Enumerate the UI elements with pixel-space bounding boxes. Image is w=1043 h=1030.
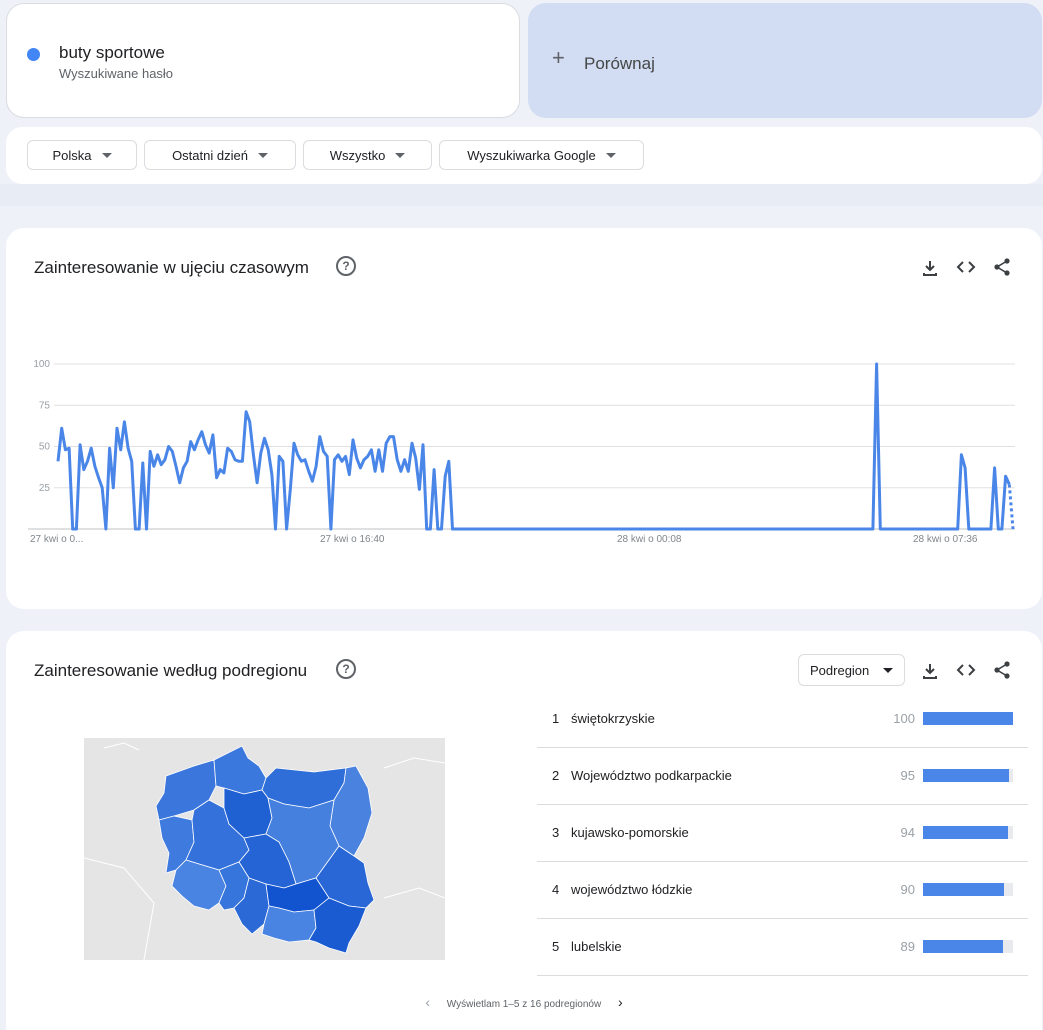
interest-over-time-card: Zainteresowanie w ujęciu czasowym ? 100 7… xyxy=(6,228,1042,609)
subregion-name[interactable]: świętokrzyskie xyxy=(571,711,655,726)
subregion-row[interactable]: 1 świętokrzyskie 100 xyxy=(537,692,1028,748)
chevron-right-icon[interactable]: › xyxy=(604,994,637,1010)
subregion-rank: 2 xyxy=(552,768,560,783)
subregion-bar-track xyxy=(923,826,1013,839)
subregion-rank: 5 xyxy=(552,939,560,954)
subregion-row[interactable]: 5 lubelskie 89 xyxy=(537,920,1028,976)
filter-category-dropdown[interactable]: Wszystko xyxy=(303,140,432,170)
x-tick-label: 27 kwi o 16:40 xyxy=(320,534,385,545)
dropdown-arrow-icon xyxy=(605,152,616,158)
dropdown-arrow-icon xyxy=(883,667,894,673)
dropdown-arrow-icon xyxy=(257,152,268,158)
filter-property-dropdown[interactable]: Wyszukiwarka Google xyxy=(439,140,644,170)
section-divider xyxy=(0,184,1043,206)
filter-time-label: Ostatni dzień xyxy=(172,147,248,163)
subregion-level-label: Podregion xyxy=(810,662,870,678)
subregion-rank: 4 xyxy=(552,882,560,897)
subregion-bar xyxy=(923,883,1004,896)
subregion-value: 90 xyxy=(900,882,915,897)
pagination: ‹ Wyświetlam 1–5 z 16 podregionów › xyxy=(6,994,1042,1010)
search-term-card[interactable]: buty sportowe Wyszukiwane hasło xyxy=(6,3,520,118)
subregion-bar xyxy=(923,826,1008,839)
interest-over-time-chart[interactable]: 100 75 50 25 27 kwi o 0... 27 kwi o 16:40 28 k… xyxy=(6,228,1042,609)
subregion-value: 94 xyxy=(900,825,915,840)
subregion-bar xyxy=(923,712,1013,725)
interest-by-subregion-card: Zainteresowanie według podregionu ? Podr… xyxy=(6,631,1042,1030)
subregion-name[interactable]: województwo łódzkie xyxy=(571,882,692,897)
subregion-value: 95 xyxy=(900,768,915,783)
subregion-rank: 3 xyxy=(552,825,560,840)
y-tick-label: 50 xyxy=(39,442,51,453)
subregion-bar-track xyxy=(923,712,1013,725)
search-term-subtitle: Wyszukiwane hasło xyxy=(59,66,174,81)
filter-region-dropdown[interactable]: Polska xyxy=(27,140,137,170)
subregion-value: 89 xyxy=(900,939,915,954)
subregion-name[interactable]: Województwo podkarpackie xyxy=(571,768,732,783)
subregion-row[interactable]: 3 kujawsko-pomorskie 94 xyxy=(537,806,1028,862)
map-region-pomorskie[interactable] xyxy=(213,745,267,795)
subregion-value: 100 xyxy=(893,711,915,726)
dropdown-arrow-icon xyxy=(101,152,112,158)
series-line-partial xyxy=(1007,484,1015,530)
subregion-bar xyxy=(923,769,1009,782)
subregion-bar-track xyxy=(923,940,1013,953)
subregion-row[interactable]: 4 województwo łódzkie 90 xyxy=(537,863,1028,919)
help-icon[interactable]: ? xyxy=(336,659,356,679)
filter-bar: Polska Ostatni dzień Wszystko Wyszukiwar… xyxy=(6,127,1042,184)
search-term-name[interactable]: buty sportowe xyxy=(59,43,165,63)
subregion-name[interactable]: lubelskie xyxy=(571,939,622,954)
download-icon[interactable] xyxy=(920,661,940,681)
filter-time-dropdown[interactable]: Ostatni dzień xyxy=(144,140,296,170)
chevron-left-icon[interactable]: ‹ xyxy=(411,994,444,1010)
y-tick-label: 100 xyxy=(33,359,50,370)
subregion-bar xyxy=(923,940,1004,953)
search-term-color-dot xyxy=(27,48,40,61)
y-tick-label: 25 xyxy=(39,483,51,494)
share-icon[interactable] xyxy=(992,660,1012,680)
y-tick-label: 75 xyxy=(39,400,51,411)
subregion-bar-track xyxy=(923,883,1013,896)
subregion-rank: 1 xyxy=(552,711,560,726)
subregion-bar-track xyxy=(923,769,1013,782)
filter-property-label: Wyszukiwarka Google xyxy=(467,147,596,163)
filter-category-label: Wszystko xyxy=(329,147,386,163)
subregion-row[interactable]: 2 Województwo podkarpackie 95 xyxy=(537,749,1028,805)
interest-by-subregion-title: Zainteresowanie według podregionu xyxy=(34,661,308,680)
map-region-malopolskie[interactable] xyxy=(261,905,317,943)
dropdown-arrow-icon xyxy=(395,152,406,158)
embed-code-icon[interactable] xyxy=(956,660,976,680)
x-tick-label: 27 kwi o 0... xyxy=(30,534,83,545)
pagination-label: Wyświetlam 1–5 z 16 podregionów xyxy=(446,999,602,1010)
plus-icon: + xyxy=(552,45,565,70)
compare-button[interactable]: + Porównaj xyxy=(528,3,1042,118)
subregion-map[interactable] xyxy=(84,738,445,960)
subregion-level-dropdown[interactable]: Podregion xyxy=(798,654,905,686)
subregion-name[interactable]: kujawsko-pomorskie xyxy=(571,825,689,840)
compare-label: Porównaj xyxy=(584,54,655,73)
filter-region-label: Polska xyxy=(52,147,92,163)
x-tick-label: 28 kwi o 07:36 xyxy=(913,534,978,545)
x-tick-label: 28 kwi o 00:08 xyxy=(617,534,682,545)
